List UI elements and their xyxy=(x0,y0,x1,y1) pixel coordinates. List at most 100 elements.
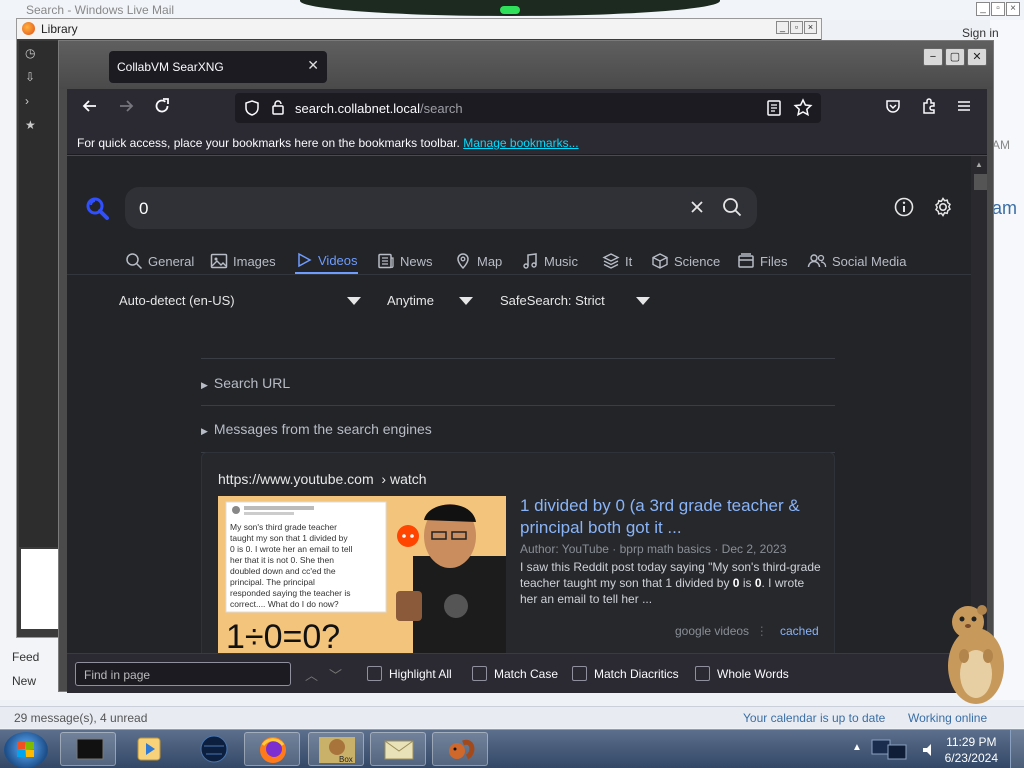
library-window-buttons[interactable]: _ ▫ × xyxy=(775,21,817,34)
search-submit-icon[interactable] xyxy=(721,196,743,218)
highlight-all-checkbox[interactable]: Highlight All xyxy=(367,666,452,681)
bookmarks-hint: For quick access, place your bookmarks h… xyxy=(77,136,579,150)
result-title-link[interactable]: 1 divided by 0 (a 3rd grade teacher & pr… xyxy=(520,495,820,539)
clear-search-icon[interactable] xyxy=(687,197,707,217)
chevron-down-icon xyxy=(636,297,650,305)
taskbar-app-mail[interactable] xyxy=(370,732,426,766)
cached-link[interactable]: cached xyxy=(780,624,819,638)
language-value: Auto-detect (en-US) xyxy=(119,293,235,308)
mail-new-item[interactable]: New xyxy=(12,674,36,688)
library-history-icon[interactable]: ◷ xyxy=(19,41,59,65)
forward-button[interactable] xyxy=(115,97,137,119)
result-meta: Author: YouTube · bprp math basics · Dec… xyxy=(520,542,787,556)
find-in-page-input[interactable]: Find in page xyxy=(75,662,291,686)
mail-calendar-status: Your calendar is up to date xyxy=(743,711,886,725)
mail-signin-link[interactable]: Sign in xyxy=(962,26,999,40)
gear-icon[interactable] xyxy=(932,196,954,218)
tab-general[interactable]: General xyxy=(125,248,194,274)
bookmarks-toolbar: For quick access, place your bookmarks h… xyxy=(67,127,987,155)
search-input[interactable]: 0 xyxy=(125,187,757,229)
maximize-button[interactable]: ▢ xyxy=(945,48,965,66)
divider xyxy=(201,405,835,406)
whole-words-checkbox[interactable]: Whole Words xyxy=(695,666,789,681)
terminal-icon xyxy=(76,738,104,760)
mail-window-buttons[interactable]: _ ▫ × xyxy=(975,2,1020,16)
tab-close-icon[interactable]: ✕ xyxy=(307,57,319,74)
searxng-logo-icon[interactable] xyxy=(85,196,111,222)
search-url-toggle[interactable]: ▶ Search URL xyxy=(201,375,290,391)
box-label: Box xyxy=(339,755,353,764)
tab-music[interactable]: Music xyxy=(521,248,578,274)
clock-date: 6/23/2024 xyxy=(944,751,998,765)
match-diacritics-checkbox[interactable]: Match Diacritics xyxy=(572,666,679,681)
scroll-up-icon[interactable]: ▲ xyxy=(975,160,983,169)
search-query[interactable]: 0 xyxy=(139,199,148,219)
clock[interactable]: 11:29 PM 6/23/2024 xyxy=(945,734,998,766)
url-host: search.collabnet.local xyxy=(295,101,421,116)
shield-icon[interactable] xyxy=(243,99,261,117)
close-window-button[interactable]: ✕ xyxy=(967,48,987,66)
mail-right-panel: Sign in AM am xyxy=(962,20,1024,700)
bookmark-star-icon[interactable] xyxy=(793,98,813,118)
find-previous-icon[interactable]: ︿ xyxy=(305,665,318,684)
language-select[interactable]: Auto-detect (en-US) xyxy=(119,293,361,311)
safesearch-value: SafeSearch: Strict xyxy=(500,293,605,308)
system-tray: ▲ 11:29 PM 6/23/2024 xyxy=(844,730,1024,768)
taskbar-app-globe[interactable] xyxy=(186,732,242,766)
show-desktop-button[interactable] xyxy=(1010,730,1024,768)
match-diacritics-label: Match Diacritics xyxy=(594,666,679,681)
puzzle-icon xyxy=(923,98,935,114)
tab-social-media[interactable]: Social Media xyxy=(807,248,906,274)
taskbar-app-media[interactable] xyxy=(120,732,176,766)
engine-messages-toggle[interactable]: ▶ Messages from the search engines xyxy=(201,421,432,437)
reload-button[interactable] xyxy=(151,97,173,119)
tab-science[interactable]: Science xyxy=(651,248,720,274)
tab-map[interactable]: Map xyxy=(454,248,502,274)
scrollbar-thumb[interactable] xyxy=(974,174,987,190)
network-icon[interactable] xyxy=(868,736,914,764)
info-icon[interactable] xyxy=(893,196,915,218)
tray-expand-icon[interactable]: ▲ xyxy=(852,742,862,753)
reader-view-icon[interactable] xyxy=(765,99,783,117)
checkbox-box xyxy=(572,666,587,681)
back-button[interactable] xyxy=(79,97,101,119)
squirrel-icon xyxy=(449,739,475,760)
match-case-checkbox[interactable]: Match Case xyxy=(472,666,558,681)
mail-feeds-item[interactable]: Feed xyxy=(12,650,39,664)
tab-it[interactable]: It xyxy=(602,248,632,274)
library-tags-icon[interactable]: › xyxy=(19,89,59,113)
library-bookmarks-icon[interactable]: ★ xyxy=(19,113,59,137)
firefox-window-buttons: − ▢ ✕ xyxy=(921,47,987,66)
tab-news[interactable]: News xyxy=(377,248,433,274)
tab-label: Images xyxy=(233,253,276,269)
mail-online-status: Working online xyxy=(908,711,988,725)
menu-button[interactable] xyxy=(953,97,975,119)
time-range-select[interactable]: Anytime xyxy=(387,293,475,311)
page-scrollbar[interactable]: ▲ xyxy=(971,156,987,653)
tab-files[interactable]: Files xyxy=(737,248,787,274)
library-downloads-icon[interactable]: ⇩ xyxy=(19,65,59,89)
tab-videos[interactable]: Videos xyxy=(295,248,358,274)
minimize-button[interactable]: − xyxy=(923,48,943,66)
taskbar-app-squirrel[interactable] xyxy=(432,732,488,766)
find-next-icon[interactable]: ﹀ xyxy=(329,665,342,684)
extensions-button[interactable] xyxy=(918,97,940,119)
hamburger-menu-icon xyxy=(958,101,970,111)
taskbar-app-terminal[interactable] xyxy=(60,732,116,766)
search-icon xyxy=(126,253,143,270)
volume-icon[interactable] xyxy=(920,740,940,760)
safesearch-select[interactable]: SafeSearch: Strict xyxy=(500,293,652,311)
taskbar-app-box[interactable]: Box xyxy=(308,732,364,766)
start-button[interactable] xyxy=(4,732,48,768)
taskbar-app-firefox[interactable] xyxy=(244,732,300,766)
site-info-icon[interactable] xyxy=(269,99,287,117)
video-thumbnail[interactable]: My son's third grade teacher taught my s… xyxy=(218,496,506,653)
url-text[interactable]: search.collabnet.local/search xyxy=(295,101,463,116)
tab-searxng[interactable]: CollabVM SearXNG ✕ xyxy=(109,51,327,83)
result-url[interactable]: https://www.youtube.com › watch xyxy=(218,471,427,487)
manage-bookmarks-link[interactable]: Manage bookmarks... xyxy=(463,136,578,150)
pocket-button[interactable] xyxy=(882,97,904,119)
tabs-divider xyxy=(67,274,971,275)
tab-images[interactable]: Images xyxy=(210,248,276,274)
url-bar[interactable]: search.collabnet.local/search xyxy=(235,93,821,123)
